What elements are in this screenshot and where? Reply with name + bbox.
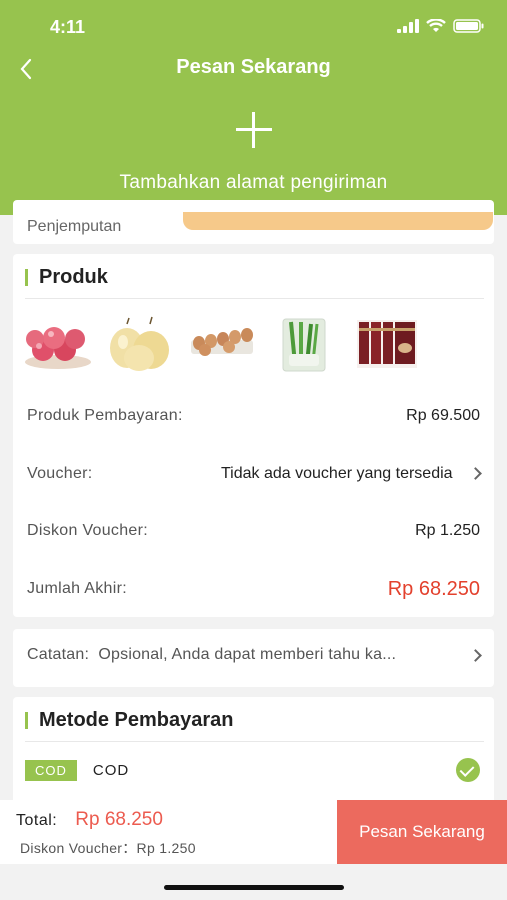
notes-placeholder: Opsional, Anda dapat memberi tahu ka...	[98, 646, 397, 663]
voucher-label: Voucher:	[27, 465, 93, 482]
home-indicator[interactable]	[164, 885, 344, 890]
payment-option-cod[interactable]: COD COD	[25, 757, 482, 783]
coffee-sachets-thumbnail[interactable]	[351, 314, 421, 374]
pears-thumbnail[interactable]	[105, 314, 175, 374]
notes-label: Catatan:	[27, 646, 90, 663]
discount-summary: Diskon Voucher：Rp 1.250	[20, 840, 196, 856]
eggs-thumbnail[interactable]	[187, 314, 257, 374]
pickup-card: Penjemputan	[13, 200, 494, 244]
voucher-value-group: Tidak ada voucher yang tersedia	[221, 465, 482, 483]
discount-label: Diskon Voucher:	[27, 522, 149, 539]
voucher-value: Tidak ada voucher yang tersedia	[221, 465, 453, 482]
final-total-value: Rp 68.250	[387, 577, 480, 600]
products-card: Produk Produk Pembayaran: Rp 69.500 Vouc…	[13, 254, 494, 617]
check-circle-icon	[456, 758, 480, 782]
chevron-right-icon	[469, 648, 482, 662]
cod-badge: COD	[25, 759, 77, 781]
chevron-right-icon	[469, 467, 482, 480]
final-total-label: Jumlah Akhir:	[27, 580, 127, 597]
payment-card: Metode Pembayaran COD COD	[13, 697, 494, 807]
final-total-row: Jumlah Akhir: Rp 68.250	[27, 577, 480, 601]
cod-label: COD	[92, 761, 130, 779]
header: 4:11 Pesan Sekarang Tambahkan alamat pen…	[0, 0, 507, 215]
pickup-highlight	[183, 212, 493, 230]
nav-bar: Pesan Sekarang	[0, 50, 507, 88]
accent-bar	[25, 712, 28, 729]
notes-content: Catatan: Opsional, Anda dapat memberi ta…	[27, 646, 482, 664]
accent-bar	[25, 269, 28, 286]
home-area	[0, 864, 507, 900]
total-line: Total: Rp 68.250	[16, 809, 163, 831]
payment-header: Metode Pembayaran	[25, 709, 234, 732]
product-thumbnails	[23, 314, 421, 374]
products-header: Produk	[25, 266, 108, 289]
add-address-button[interactable]: Tambahkan alamat pengiriman	[0, 110, 507, 200]
products-title: Produk	[39, 266, 108, 288]
notes-text: Catatan: Opsional, Anda dapat memberi ta…	[27, 646, 447, 664]
pickup-label: Penjemputan	[27, 218, 122, 235]
order-now-button[interactable]: Pesan Sekarang	[337, 800, 507, 864]
wifi-icon	[426, 19, 446, 32]
status-time: 4:11	[50, 17, 86, 37]
discount-row: Diskon Voucher: Rp 1.250	[27, 519, 480, 543]
total-label: Total:	[16, 812, 58, 829]
discount-value: Rp 1.250	[415, 522, 480, 539]
plus-icon	[234, 110, 274, 150]
subtotal-value: Rp 69.500	[406, 407, 480, 424]
status-icons	[397, 19, 485, 33]
apples-thumbnail[interactable]	[23, 314, 93, 374]
notes-row[interactable]: Catatan: Opsional, Anda dapat memberi ta…	[13, 629, 494, 687]
signal-icon	[397, 19, 419, 33]
divider	[25, 741, 484, 742]
voucher-row[interactable]: Voucher: Tidak ada voucher yang tersedia	[27, 462, 482, 486]
add-address-label: Tambahkan alamat pengiriman	[119, 172, 388, 193]
bottom-bar: Total: Rp 68.250 Diskon Voucher：Rp 1.250…	[0, 800, 507, 864]
divider	[25, 298, 484, 299]
subtotal-label: Produk Pembayaran:	[27, 407, 183, 424]
page-title: Pesan Sekarang	[176, 56, 331, 78]
payment-title: Metode Pembayaran	[39, 709, 234, 731]
subtotal-row: Produk Pembayaran: Rp 69.500	[27, 404, 480, 428]
spring-onions-thumbnail[interactable]	[269, 314, 339, 374]
battery-icon	[453, 19, 484, 33]
status-bar: 4:11	[0, 0, 507, 54]
total-amount: Rp 68.250	[75, 809, 163, 830]
